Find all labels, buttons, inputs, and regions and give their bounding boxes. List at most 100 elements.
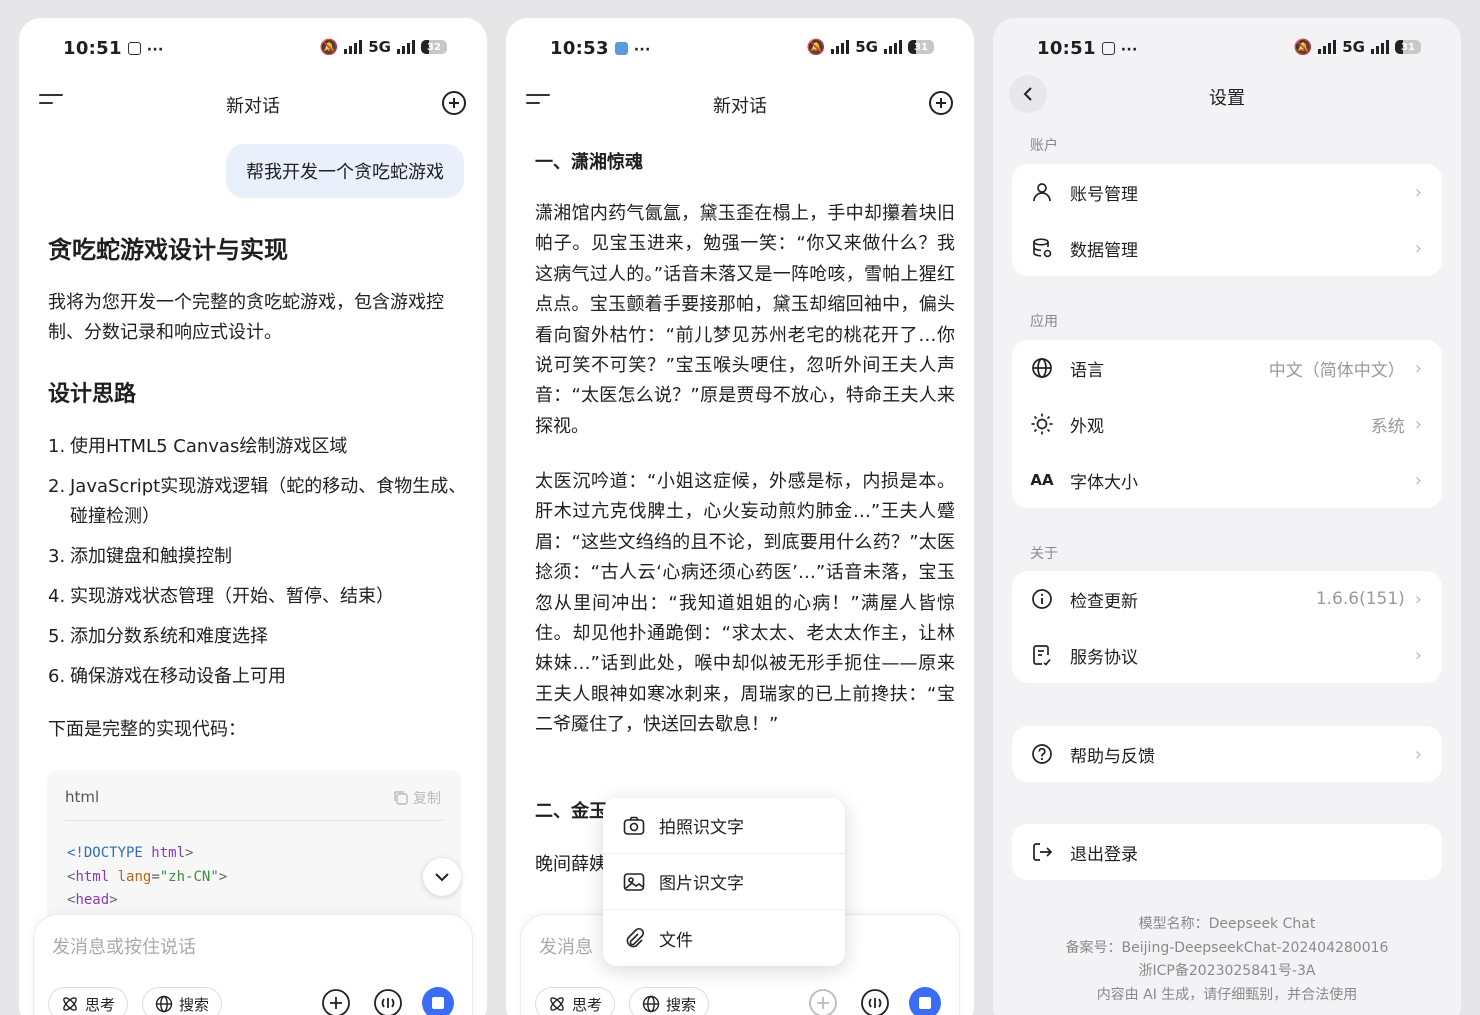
settings-item-language[interactable]: 语言 中文（简体中文） › <box>1012 340 1442 396</box>
chat-screen-snake: 10:51 ··· 🔕 5G 32 新对话 帮我开发一个贪吃蛇游戏 贪吃蛇游戏设计… <box>19 18 487 1015</box>
voice-icon <box>861 989 889 1015</box>
story-paragraph: 太医沉吟道：“小姐这症候，外感是标，内损是本。肝木过亢克伐脾土，心火妄动煎灼肺金… <box>535 471 955 736</box>
appearance-value: 系统 <box>1370 416 1405 437</box>
voice-icon <box>374 989 402 1015</box>
chevron-right-icon: › <box>1414 237 1422 259</box>
user-message[interactable]: 帮我开发一个贪吃蛇游戏 <box>226 144 464 198</box>
battery-icon: 32 <box>421 40 447 54</box>
list-item: 3. 添加键盘和触摸控制 <box>48 546 232 567</box>
network-label: 5G <box>1342 38 1365 56</box>
page-title: 新对话 <box>713 96 767 117</box>
top-bar: 新对话 <box>506 80 974 128</box>
version-value: 1.6.6(151) <box>1315 589 1405 609</box>
section-label-about: 关于 <box>1030 546 1058 562</box>
font-size-icon: AA <box>1030 471 1054 489</box>
battery-level: 31 <box>1401 41 1415 53</box>
help-icon <box>1032 744 1052 764</box>
stop-icon <box>432 997 444 1009</box>
app-card: 语言 中文（简体中文） › 外观 系统 › AA 字体大小 › <box>1012 340 1442 508</box>
search-toggle[interactable]: 搜索 <box>142 987 223 1015</box>
menu-item-image-ocr[interactable]: 图片识文字 <box>603 854 845 910</box>
chevron-right-icon: › <box>1414 413 1422 435</box>
notification-icon <box>1101 42 1115 55</box>
think-toggle[interactable]: 思考 <box>535 987 616 1015</box>
logout-button[interactable]: 退出登录 <box>1012 824 1442 880</box>
image-icon <box>623 872 645 891</box>
answer-title: 贪吃蛇游戏设计与实现 <box>48 236 288 264</box>
message-input[interactable]: 发消息或按住说话 <box>52 933 196 959</box>
list-item: 1. 使用HTML5 Canvas绘制游戏区域 <box>48 436 348 457</box>
add-attachment-button[interactable] <box>807 987 839 1015</box>
globe-icon <box>155 995 173 1013</box>
info-icon <box>1032 589 1052 609</box>
signal-icon-2 <box>884 40 902 54</box>
more-notifications-icon: ··· <box>146 42 164 58</box>
settings-item-appearance[interactable]: 外观 系统 › <box>1012 396 1442 452</box>
page-title: 设置 <box>1209 88 1245 109</box>
scroll-down-button[interactable] <box>423 858 461 896</box>
new-chat-icon[interactable] <box>928 90 954 116</box>
story-section-title: 二、金玉 <box>535 801 607 822</box>
list-item: 5. 添加分数系统和难度选择 <box>48 626 268 647</box>
stop-button[interactable] <box>422 987 454 1015</box>
document-icon <box>1033 645 1051 666</box>
section-label-account: 账户 <box>1030 138 1058 154</box>
add-attachment-button[interactable] <box>320 987 352 1015</box>
chevron-right-icon: › <box>1414 181 1422 203</box>
list-item: 2. JavaScript实现游戏逻辑（蛇的移动、食物生成、碰撞检测） <box>48 476 467 527</box>
settings-screen: 10:51 ··· 🔕 5G 31 设置 账户 账号管理 › 数据管理 › 应用 语言… <box>993 18 1461 1015</box>
story-paragraph: 潇湘馆内药气氤氲，黛玉歪在榻上，手中却攥着块旧帕子。见宝玉进来，勉强一笑：“你又… <box>535 203 955 437</box>
battery-icon: 31 <box>908 40 934 54</box>
status-bar: 10:53 ··· 🔕 5G 31 <box>506 18 974 78</box>
network-label: 5G <box>855 38 878 56</box>
signal-icon-2 <box>397 40 415 54</box>
settings-item-font-size[interactable]: AA 字体大小 › <box>1012 452 1442 508</box>
top-bar: 新对话 <box>19 80 487 128</box>
code-language: html <box>65 788 100 806</box>
signal-icon <box>344 40 363 54</box>
signal-icon <box>831 40 850 54</box>
account-card: 账号管理 › 数据管理 › <box>1012 164 1442 276</box>
code-intro: 下面是完整的实现代码： <box>48 719 246 740</box>
mute-icon: 🔕 <box>319 38 339 56</box>
paperclip-icon <box>626 927 645 948</box>
settings-item-check-update[interactable]: 检查更新 1.6.6(151) › <box>1012 571 1442 627</box>
about-card: 检查更新 1.6.6(151) › 服务协议 › <box>1012 571 1442 683</box>
search-toggle[interactable]: 搜索 <box>629 987 710 1015</box>
voice-button[interactable] <box>372 987 404 1015</box>
atom-icon <box>63 997 77 1011</box>
status-time: 10:51 <box>1037 38 1096 59</box>
menu-item-file[interactable]: 文件 <box>603 910 845 966</box>
sun-icon <box>1031 413 1053 435</box>
new-chat-icon[interactable] <box>441 90 467 116</box>
logout-icon <box>1033 843 1053 861</box>
status-time: 10:51 <box>63 38 122 59</box>
settings-item-data[interactable]: 数据管理 › <box>1012 220 1442 276</box>
stop-button[interactable] <box>909 987 941 1015</box>
list-item: 4. 实现游戏状态管理（开始、暂停、结束） <box>48 586 394 607</box>
user-icon <box>1033 183 1051 202</box>
settings-item-terms[interactable]: 服务协议 › <box>1012 627 1442 683</box>
battery-level: 32 <box>427 41 441 53</box>
steps-list: 1. 使用HTML5 Canvas绘制游戏区域 2. JavaScript实现游戏逻… <box>48 432 468 702</box>
chevron-right-icon: › <box>1414 588 1422 610</box>
network-label: 5G <box>368 38 391 56</box>
attachment-menu: 拍照识文字 图片识文字 文件 <box>603 798 845 966</box>
page-title: 新对话 <box>226 96 280 117</box>
voice-button[interactable] <box>859 987 891 1015</box>
chat-screen-story: 10:53 ··· 🔕 5G 31 新对话 一、潇湘惊魂 潇湘馆内药气氤氲，黛玉歪… <box>506 18 974 1015</box>
code-content: <!DOCTYPE html> <html lang="zh-CN"> <hea… <box>67 845 228 908</box>
settings-item-help[interactable]: 帮助与反馈 › <box>1012 726 1442 782</box>
message-composer[interactable]: 发消息或按住说话 思考 搜索 <box>34 915 472 1015</box>
mute-icon: 🔕 <box>806 38 826 56</box>
copy-icon <box>394 791 408 805</box>
list-item: 6. 确保游戏在移动设备上可用 <box>48 666 286 687</box>
copy-button[interactable]: 复制 <box>393 788 441 808</box>
think-toggle[interactable]: 思考 <box>48 987 129 1015</box>
battery-level: 31 <box>914 41 928 53</box>
message-input[interactable]: 发消息 <box>539 933 593 959</box>
mute-icon: 🔕 <box>1293 38 1313 56</box>
settings-item-account[interactable]: 账号管理 › <box>1012 164 1442 220</box>
menu-item-camera-ocr[interactable]: 拍照识文字 <box>603 798 845 854</box>
story-section-title: 一、潇湘惊魂 <box>535 152 643 173</box>
